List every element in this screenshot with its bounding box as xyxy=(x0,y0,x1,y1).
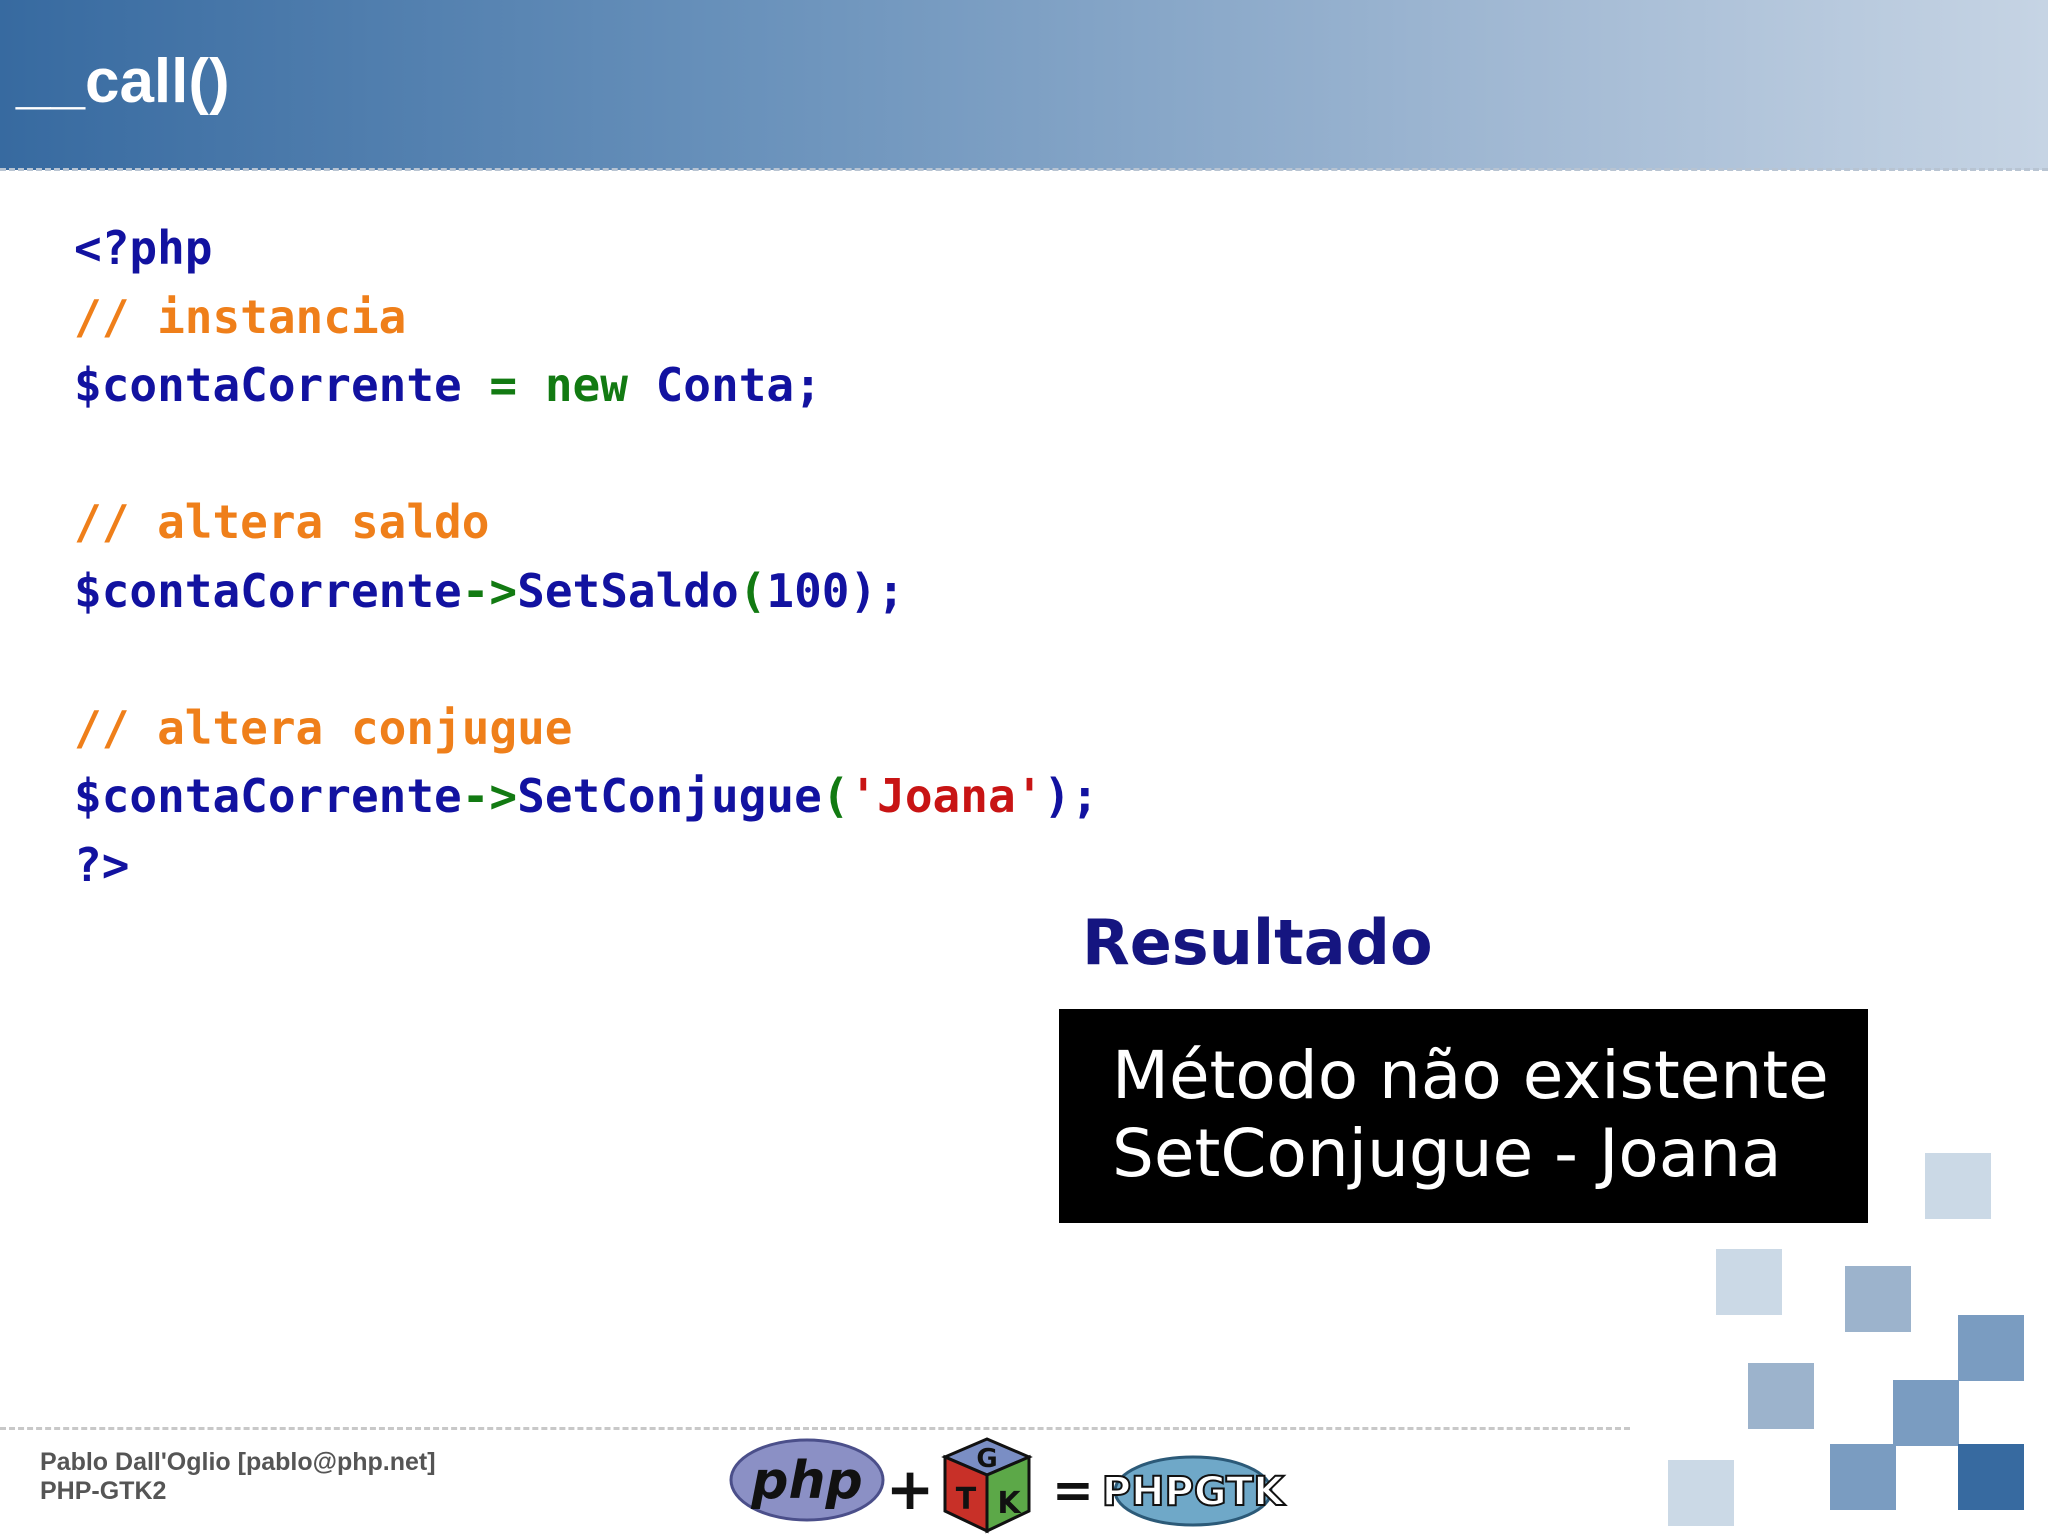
code-token: <?php xyxy=(74,221,213,275)
code-token: new xyxy=(544,358,628,412)
code-line: $contaCorrente->SetSaldo(100); xyxy=(74,557,1099,626)
code-line: $contaCorrente = new Conta; xyxy=(74,351,1099,420)
code-token: SetConjugue xyxy=(517,769,822,823)
equals-sign: = xyxy=(1052,1461,1094,1519)
deco-square xyxy=(1925,1153,1991,1219)
code-line: // instancia xyxy=(74,283,1099,352)
gtk-letter-k: K xyxy=(997,1486,1022,1521)
phpgtk-logo-text: PHPGTK xyxy=(1102,1469,1287,1515)
deco-square xyxy=(1893,1380,1959,1446)
code-line: // altera conjugue xyxy=(74,694,1099,763)
code-token: $contaCorrente xyxy=(74,358,462,412)
code-token: 'Joana' xyxy=(849,769,1044,823)
code-token: -> xyxy=(461,563,518,618)
code-line: <?php xyxy=(74,214,1099,283)
deco-square xyxy=(1830,1444,1896,1510)
plus-sign: + xyxy=(886,1455,935,1523)
deco-square xyxy=(1716,1249,1782,1315)
footer-author: Pablo Dall'Oglio [pablo@php.net] xyxy=(40,1448,436,1476)
result-line-1: Método não existente xyxy=(1112,1037,1829,1114)
code-token: 100 xyxy=(766,563,850,618)
php-gtk-logo: php + G T K = PHPGTK xyxy=(729,1437,1287,1534)
deco-square xyxy=(1958,1444,2024,1510)
code-token: ; xyxy=(794,358,822,412)
footer-divider xyxy=(0,1427,1630,1430)
code-token: Conta xyxy=(627,358,795,412)
code-token: ?> xyxy=(74,837,130,892)
code-token: ( xyxy=(738,563,767,618)
code-token: SetSaldo xyxy=(517,563,739,618)
php-logo-text: php xyxy=(750,1451,862,1511)
code-token: // instancia xyxy=(74,289,407,344)
code-token: ); xyxy=(849,563,905,618)
deco-square xyxy=(1668,1460,1734,1526)
code-line: $contaCorrente->SetConjugue('Joana'); xyxy=(74,762,1099,831)
code-token: $contaCorrente xyxy=(74,769,462,823)
slide-title: __call() xyxy=(16,47,230,116)
gtk-letter-t: T xyxy=(956,1482,977,1517)
result-heading: Resultado xyxy=(1082,906,1433,979)
deco-square xyxy=(1748,1363,1814,1429)
result-output-box: Método não existente SetConjugue - Joana xyxy=(1059,1009,1868,1223)
code-block: <?php // instancia $contaCorrente = new Co… xyxy=(74,214,1099,899)
code-line: // altera saldo xyxy=(74,488,1099,557)
code-token: ); xyxy=(1043,769,1099,823)
deco-square xyxy=(1958,1315,2024,1381)
code-token: // altera saldo xyxy=(74,495,490,549)
code-token: // altera conjugue xyxy=(74,700,573,755)
code-token: -> xyxy=(461,769,518,823)
code-token: ( xyxy=(821,769,850,823)
gtk-cube-icon: G T K xyxy=(941,1437,1033,1534)
title-divider xyxy=(0,168,2048,171)
title-bar xyxy=(0,0,2048,170)
code-token: $contaCorrente xyxy=(74,563,462,618)
footer-project: PHP-GTK2 xyxy=(40,1477,167,1505)
code-line: ?> xyxy=(74,831,1099,900)
gtk-letter-g: G xyxy=(976,1444,997,1474)
deco-square xyxy=(1845,1266,1911,1332)
result-line-2: SetConjugue - Joana xyxy=(1112,1115,1782,1192)
code-token: = xyxy=(461,358,545,412)
